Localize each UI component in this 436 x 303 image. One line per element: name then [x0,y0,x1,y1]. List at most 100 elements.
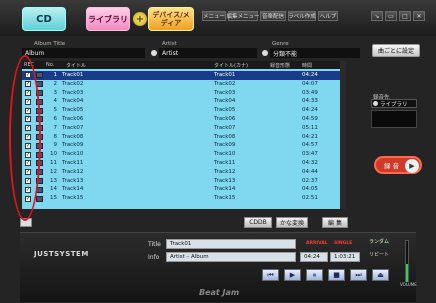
col-rec[interactable]: REC [24,61,34,69]
maximize-icon[interactable]: □ [399,11,411,21]
col-bitrate[interactable]: 録音形態 [270,61,290,69]
table-row[interactable]: ✓ 11 Track11 Track11 04:32 [22,159,340,168]
previous-icon[interactable]: ⏮ [262,269,279,281]
minimize-icon[interactable]: ▭ [385,11,397,21]
table-row[interactable]: ✓ 14 Track14 Track14 04:05 [22,185,340,194]
track-title[interactable]: Track13 [62,178,83,184]
set-per-track-button[interactable]: 曲ごとに設定 [372,44,420,57]
track-title[interactable]: Track14 [62,186,83,192]
track-title[interactable]: Track11 [62,160,83,166]
random-toggle[interactable]: ランダム [364,238,394,247]
track-title[interactable]: Track15 [62,195,83,201]
edit-menu-button[interactable]: 編集メニュー [227,11,260,21]
edit-button[interactable]: 編 集 [322,217,348,228]
repeat-toggle[interactable]: リピート [364,251,394,260]
album-field[interactable]: Album [22,48,145,58]
table-row[interactable]: ✓ 5 Track05 Track05 04:24 [22,106,340,115]
menu-button[interactable]: メニュー [202,11,226,21]
track-kana[interactable]: Track08 [214,134,235,140]
track-kana[interactable]: Track11 [214,160,235,166]
rec-checkbox[interactable]: ✓ [25,72,31,79]
play-button-icon[interactable]: ▶ [284,269,301,281]
track-title[interactable]: Track10 [62,151,83,157]
rec-checkbox[interactable]: ✓ [25,160,31,167]
stop-icon[interactable]: ■ [328,269,345,281]
track-title[interactable]: Track03 [62,90,83,96]
eject-icon[interactable]: ⏏ [372,269,389,281]
device-mode-button[interactable]: デバイス/メディア [148,7,194,31]
rec-checkbox[interactable]: ✓ [25,89,31,96]
kana-convert-button[interactable]: かな変換 [276,217,308,228]
track-kana[interactable]: Track14 [214,186,235,192]
rec-checkbox[interactable]: ✓ [25,125,31,132]
cd-mode-button[interactable]: CD [22,7,66,31]
rec-checkbox[interactable]: ✓ [25,116,31,123]
record-button[interactable]: 録 音 ▶ [374,156,422,174]
track-title[interactable]: Track02 [62,81,83,87]
track-list-scrollbar[interactable] [340,61,346,209]
rec-checkbox[interactable]: ✓ [25,169,31,176]
track-kana[interactable]: Track05 [214,107,235,113]
track-kana[interactable]: Track04 [214,98,235,104]
track-kana[interactable]: Track07 [214,125,235,131]
track-title[interactable]: Track06 [62,116,83,122]
rec-checkbox[interactable]: ✓ [25,195,31,202]
col-no[interactable]: No. [46,61,54,69]
table-row[interactable]: ✓ 15 Track15 Track15 02:51 [22,194,340,203]
track-title[interactable]: Track05 [62,107,83,113]
track-kana[interactable]: Track02 [214,81,235,87]
table-row[interactable]: ✓ 10 Track10 Track10 03:47 [22,150,340,159]
track-kana[interactable]: Track03 [214,90,235,96]
artist-radio-icon[interactable] [151,50,157,56]
track-kana[interactable]: Track09 [214,142,235,148]
col-kana[interactable]: タイトル(カナ) [214,61,248,69]
rec-checkbox[interactable]: ✓ [25,177,31,184]
track-title[interactable]: Track04 [62,98,83,104]
track-kana[interactable]: Track12 [214,169,235,175]
table-row[interactable]: ✓ 7 Track07 Track07 05:11 [22,124,340,133]
table-row[interactable]: ✓ 8 Track08 Track08 04:21 [22,133,340,142]
track-list[interactable]: ✓ 1 Track01 Track01 04:24 ✓ 2 Track02 Track02 04:… [22,69,340,209]
select-toggle-icon[interactable] [20,218,32,227]
rec-checkbox[interactable]: ✓ [25,186,31,193]
table-row[interactable]: ✓ 6 Track06 Track06 04:59 [22,115,340,124]
track-title[interactable]: Track07 [62,125,83,131]
table-row[interactable]: ✓ 13 Track13 Track13 02:37 [22,177,340,186]
label-create-button[interactable]: ラベル作成 [288,11,316,21]
help-button[interactable]: ヘルプ [318,11,338,21]
rec-checkbox[interactable]: ✓ [25,151,31,158]
rec-checkbox[interactable]: ✓ [25,107,31,114]
track-kana[interactable]: Track13 [214,178,235,184]
rec-checkbox[interactable]: ✓ [25,142,31,149]
col-time[interactable]: 時間 [302,61,312,69]
track-title[interactable]: Track12 [62,169,83,175]
track-kana[interactable]: Track06 [214,116,235,122]
music-delivery-button[interactable]: 音楽配信 [260,11,286,21]
rec-checkbox[interactable]: ✓ [25,133,31,140]
close-icon[interactable]: ✕ [413,11,425,21]
track-title[interactable]: Track08 [62,134,83,140]
table-row[interactable]: ✓ 9 Track09 Track09 04:57 [22,141,340,150]
table-row[interactable]: ✓ 1 Track01 Track01 04:24 [22,71,340,80]
col-title[interactable]: タイトル [66,61,86,69]
track-kana[interactable]: Track01 [214,72,235,78]
rec-checkbox[interactable]: ✓ [25,98,31,105]
track-title[interactable]: Track01 [62,72,83,78]
rec-checkbox[interactable]: ✓ [25,81,31,88]
genre-radio-icon[interactable] [262,50,268,56]
volume-slider[interactable]: VOLUME [400,238,417,288]
destination-radio-icon[interactable] [373,101,378,106]
table-row[interactable]: ✓ 4 Track04 Track04 04:33 [22,97,340,106]
artist-field[interactable]: Artist [159,48,257,58]
next-icon[interactable]: ⏭ [350,269,367,281]
pause-icon[interactable]: ⏸ [306,269,323,281]
track-kana[interactable]: Track10 [214,151,235,157]
library-mode-button[interactable]: ライブラリ [86,7,130,31]
track-kana[interactable]: Track15 [214,195,235,201]
table-row[interactable]: ✓ 12 Track12 Track12 04:44 [22,168,340,177]
plus-icon[interactable]: + [133,12,147,26]
track-title[interactable]: Track09 [62,142,83,148]
genre-field[interactable]: 分類不能 [270,48,360,58]
table-row[interactable]: ✓ 2 Track02 Track02 04:07 [22,80,340,89]
cddb-button[interactable]: CDDB [244,217,272,228]
